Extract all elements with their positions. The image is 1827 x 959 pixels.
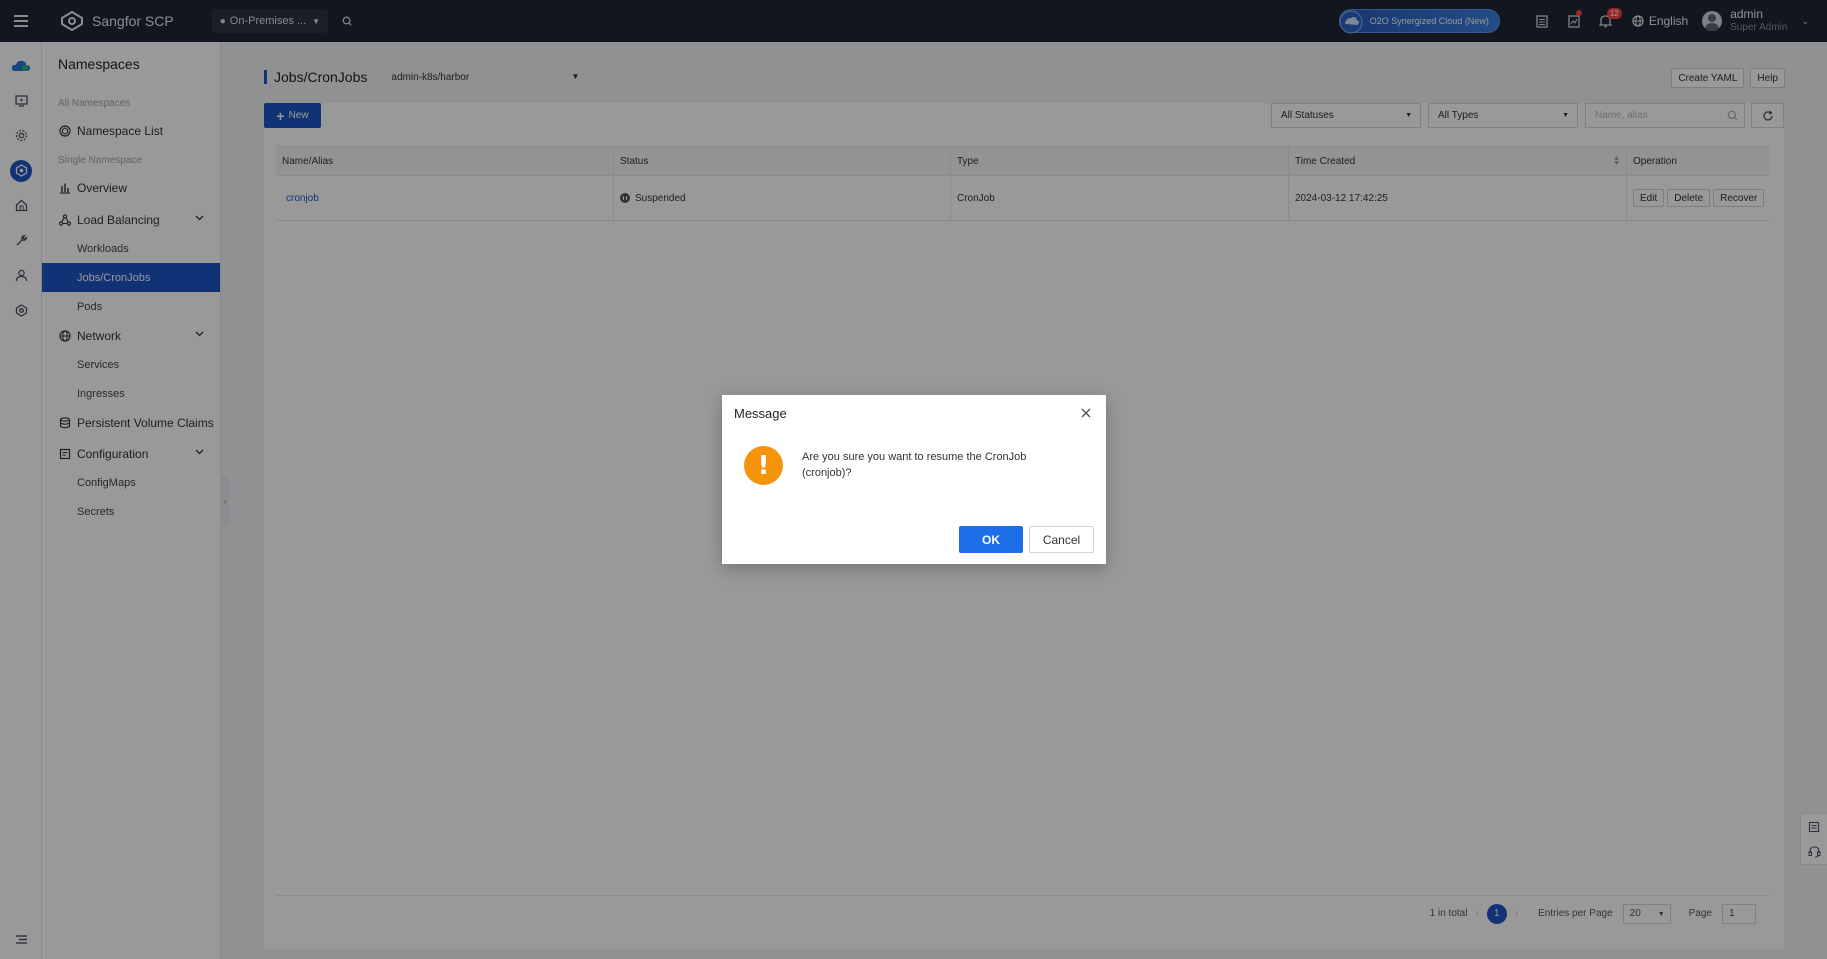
confirm-dialog: Message ! Are you sure you want to resum… — [722, 395, 1106, 564]
close-icon[interactable] — [1079, 406, 1093, 420]
cancel-button[interactable]: Cancel — [1029, 526, 1094, 553]
ok-button[interactable]: OK — [959, 526, 1023, 553]
warning-icon: ! — [744, 446, 783, 485]
dialog-message: Are you sure you want to resume the Cron… — [802, 451, 1027, 479]
dialog-title: Message — [734, 406, 787, 421]
